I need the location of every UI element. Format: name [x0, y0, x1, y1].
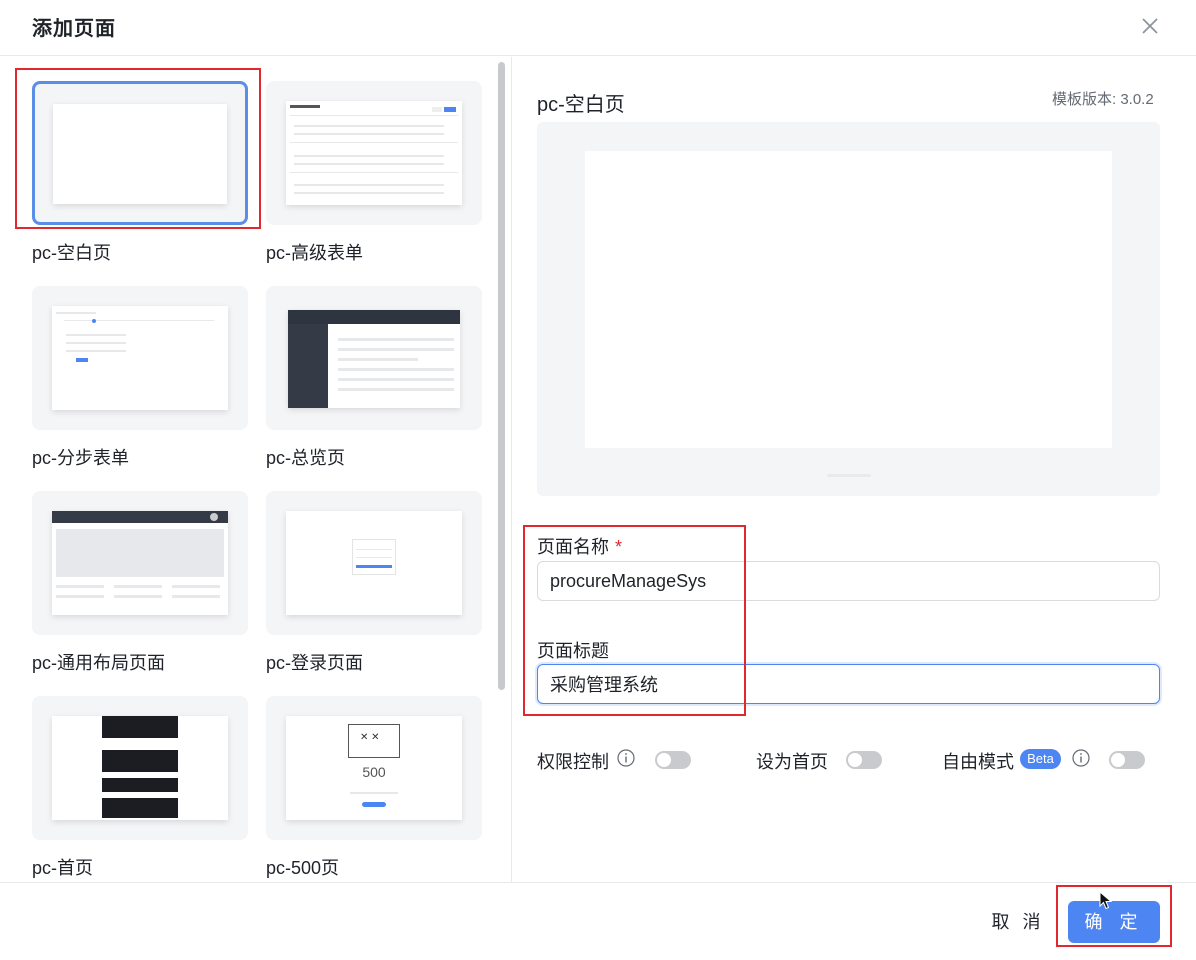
- template-label: pc-通用布局页面: [32, 653, 166, 673]
- template-thumbnail: [32, 81, 248, 225]
- homepage-switch[interactable]: [846, 751, 882, 769]
- template-thumbnail: [32, 491, 248, 635]
- homepage-label: 设为首页: [756, 752, 828, 772]
- close-icon[interactable]: [1138, 14, 1162, 38]
- template-version: 模板版本: 3.0.2: [1052, 91, 1154, 108]
- page-name-label-text: 页面名称: [537, 537, 609, 557]
- page-title-input[interactable]: [537, 664, 1160, 704]
- info-icon[interactable]: [1072, 749, 1090, 767]
- template-label: pc-总览页: [266, 448, 346, 468]
- free-mode-label: 自由模式: [942, 752, 1014, 772]
- dialog-header: 添加页面: [0, 0, 1196, 56]
- add-page-dialog: 添加页面 pc-空白页 pc-高级表单 pc-分步表单 pc-总览页 pc-通用…: [0, 0, 1196, 960]
- template-label: pc-登录页面: [266, 653, 364, 673]
- template-label: pc-首页: [32, 858, 94, 878]
- preview-title: pc-空白页: [537, 94, 625, 116]
- page-name-input[interactable]: [537, 561, 1160, 601]
- template-label: pc-分步表单: [32, 448, 130, 468]
- template-thumbnail: [32, 286, 248, 430]
- cancel-button[interactable]: 取 消: [980, 901, 1056, 943]
- ok-button[interactable]: 确 定: [1068, 901, 1160, 943]
- template-thumbnail: [266, 286, 482, 430]
- template-preview: [537, 122, 1160, 496]
- permission-label: 权限控制: [537, 752, 609, 772]
- page-title-label: 页面标题: [537, 641, 609, 661]
- template-thumbnail: [266, 81, 482, 225]
- beta-badge: Beta: [1020, 749, 1061, 769]
- scrollbar[interactable]: [498, 62, 505, 690]
- template-label: pc-高级表单: [266, 243, 364, 263]
- template-label: pc-500页: [266, 858, 340, 878]
- mouse-cursor-icon: [1099, 890, 1113, 916]
- page-name-label: 页面名称 *: [537, 533, 622, 559]
- required-mark: *: [615, 537, 623, 557]
- template-thumbnail: [266, 491, 482, 635]
- error-code-text: 500: [362, 764, 386, 780]
- free-mode-switch[interactable]: [1109, 751, 1145, 769]
- dialog-title: 添加页面: [32, 18, 116, 40]
- preview-indicator: [827, 474, 871, 477]
- info-icon[interactable]: [617, 749, 635, 767]
- template-label: pc-空白页: [32, 243, 112, 263]
- template-thumbnail: ✕ ✕ 500: [266, 696, 482, 840]
- template-thumbnail: [32, 696, 248, 840]
- permission-switch[interactable]: [655, 751, 691, 769]
- preview-sheet: [585, 151, 1112, 448]
- template-list: pc-空白页 pc-高级表单 pc-分步表单 pc-总览页 pc-通用布局页面 …: [0, 57, 512, 882]
